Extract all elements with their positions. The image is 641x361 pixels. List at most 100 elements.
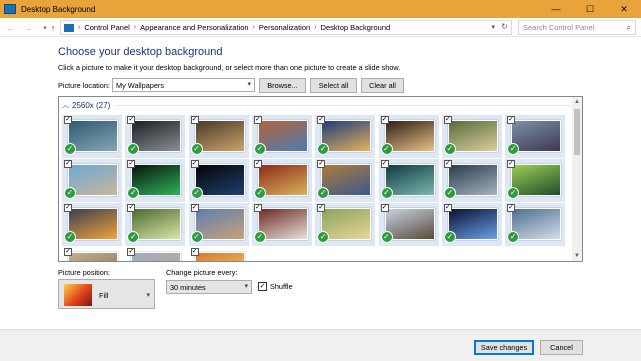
save-changes-button[interactable]: Save changes <box>474 340 534 355</box>
thumbnail-checkbox[interactable]: ✓ <box>190 248 199 256</box>
group-header[interactable]: ︿ 2560x (27) <box>62 100 110 110</box>
breadcrumb[interactable]: › Control Panel › Appearance and Persona… <box>60 20 512 35</box>
cancel-button[interactable]: Cancel <box>540 340 583 355</box>
wallpaper-thumbnail[interactable]: ✓ ✓ <box>441 203 502 246</box>
wallpaper-thumbnail[interactable]: ✓ ✓ <box>125 115 186 158</box>
select-all-button[interactable]: Select all <box>310 78 357 93</box>
chevron-down-icon[interactable]: ︿ <box>62 100 69 110</box>
thumbnail-checkbox[interactable]: ✓ <box>64 204 72 212</box>
wallpaper-thumbnail[interactable]: ✓ ✓ <box>188 115 249 158</box>
wallpaper-gallery[interactable]: ︿ 2560x (27) ✓ ✓ ✓ ✓ ✓ ✓ ✓ ✓ ✓ ✓ ✓ ✓ ✓ ✓ ✓ ✓ ✓ ✓ ✓ ✓ ✓ ✓ ✓ ✓ ✓ ✓ ✓… <box>58 96 583 262</box>
selected-check-icon: ✓ <box>127 143 140 155</box>
shuffle-option[interactable]: ✓ Shuffle <box>258 282 293 291</box>
wallpaper-thumbnail[interactable]: ✓ <box>62 247 122 261</box>
change-picture-label: Change picture every: <box>166 268 238 277</box>
scroll-down-icon[interactable]: ▼ <box>572 251 582 261</box>
thumbnail-image <box>194 252 245 261</box>
wallpaper-thumbnail[interactable]: ✓ ✓ <box>125 159 186 202</box>
thumbnail-checkbox[interactable]: ✓ <box>380 116 389 124</box>
thumbnail-checkbox[interactable]: ✓ <box>380 160 389 168</box>
thumbnail-checkbox[interactable]: ✓ <box>317 116 326 124</box>
wallpaper-thumbnail[interactable]: ✓ ✓ <box>441 115 502 158</box>
wallpaper-thumbnail[interactable]: ✓ ✓ <box>315 115 376 158</box>
thumbnail-checkbox[interactable]: ✓ <box>443 116 452 124</box>
wallpaper-thumbnail[interactable]: ✓ ✓ <box>505 115 566 158</box>
thumbnail-checkbox[interactable]: ✓ <box>64 116 72 124</box>
selected-check-icon: ✓ <box>190 187 203 199</box>
selected-check-icon: ✓ <box>443 187 456 199</box>
wallpaper-thumbnail[interactable]: ✓ <box>188 247 249 261</box>
wallpaper-thumbnail[interactable]: ✓ ✓ <box>378 159 439 202</box>
wallpaper-thumbnail[interactable]: ✓ ✓ <box>251 159 312 202</box>
window-title: Desktop Background <box>21 4 96 14</box>
thumbnail-checkbox[interactable]: ✓ <box>507 116 516 124</box>
thumbnail-checkbox[interactable]: ✓ <box>190 116 199 124</box>
forward-arrow-icon[interactable]: → <box>21 21 35 34</box>
minimize-button[interactable]: — <box>539 0 573 18</box>
thumbnail-checkbox[interactable]: ✓ <box>380 204 389 212</box>
wallpaper-thumbnail[interactable]: ✓ ✓ <box>315 159 376 202</box>
back-arrow-icon[interactable]: ← <box>4 21 18 34</box>
thumbnail-checkbox[interactable]: ✓ <box>443 204 452 212</box>
thumbnail-checkbox[interactable]: ✓ <box>317 204 326 212</box>
wallpaper-thumbnail[interactable]: ✓ ✓ <box>251 115 312 158</box>
thumbnail-checkbox[interactable]: ✓ <box>127 204 136 212</box>
wallpaper-thumbnail[interactable]: ✓ ✓ <box>62 159 122 202</box>
refresh-icon[interactable]: ↻ <box>501 22 508 31</box>
thumbnail-checkbox[interactable]: ✓ <box>253 160 262 168</box>
selected-check-icon: ✓ <box>443 143 456 155</box>
thumbnail-checkbox[interactable]: ✓ <box>190 204 199 212</box>
thumbnail-checkbox[interactable]: ✓ <box>127 116 136 124</box>
thumbnail-checkbox[interactable]: ✓ <box>507 160 516 168</box>
thumbnail-checkbox[interactable]: ✓ <box>317 160 326 168</box>
thumbnail-checkbox[interactable]: ✓ <box>190 160 199 168</box>
wallpaper-thumbnail[interactable]: ✓ ✓ <box>505 159 566 202</box>
vertical-scrollbar[interactable]: ▲ ▼ <box>572 97 582 261</box>
thumbnail-checkbox[interactable]: ✓ <box>253 204 262 212</box>
search-input[interactable]: Search Control Panel ⌕ <box>518 20 636 35</box>
chevron-down-icon[interactable]: ▾ <box>491 23 495 31</box>
wallpaper-thumbnail[interactable]: ✓ ✓ <box>62 203 122 246</box>
search-icon[interactable]: ⌕ <box>627 23 631 33</box>
picture-location-select[interactable]: My Wallpapers ▾ <box>112 78 255 92</box>
wallpaper-thumbnail[interactable]: ✓ ✓ <box>378 115 439 158</box>
wallpaper-thumbnail[interactable]: ✓ ✓ <box>251 203 312 246</box>
wallpaper-thumbnail[interactable]: ✓ ✓ <box>315 203 376 246</box>
breadcrumb-appearance-and-personalization[interactable]: Appearance and Personalization <box>140 23 248 32</box>
window-controls: — ☐ ✕ <box>539 0 641 18</box>
group-label: 2560x (27) <box>72 100 111 110</box>
selected-check-icon: ✓ <box>190 231 203 243</box>
thumbnail-checkbox[interactable]: ✓ <box>127 160 136 168</box>
close-button[interactable]: ✕ <box>607 0 641 18</box>
wallpaper-thumbnail[interactable]: ✓ <box>125 247 186 261</box>
wallpaper-thumbnail[interactable]: ✓ ✓ <box>62 115 122 158</box>
maximize-button[interactable]: ☐ <box>573 0 607 18</box>
wallpaper-thumbnail[interactable]: ✓ ✓ <box>378 203 439 246</box>
change-picture-interval-select[interactable]: 30 minutes ▾ <box>166 280 252 294</box>
picture-position-select[interactable]: Fill ▾ <box>58 279 155 309</box>
clear-all-button[interactable]: Clear all <box>361 78 404 93</box>
wallpaper-thumbnail[interactable]: ✓ ✓ <box>505 203 566 246</box>
thumbnail-checkbox[interactable]: ✓ <box>443 160 452 168</box>
thumbnail-checkbox[interactable]: ✓ <box>64 248 72 256</box>
thumbnail-image <box>68 252 118 261</box>
thumbnail-checkbox[interactable]: ✓ <box>507 204 516 212</box>
up-arrow-icon[interactable]: ↑ <box>46 21 60 34</box>
chevron-down-icon: ▾ <box>146 292 150 299</box>
thumbnail-checkbox[interactable]: ✓ <box>127 248 136 256</box>
thumbnail-checkbox[interactable]: ✓ <box>253 116 262 124</box>
wallpaper-thumbnail[interactable]: ✓ ✓ <box>125 203 186 246</box>
chevron-down-icon: ▾ <box>244 283 248 290</box>
breadcrumb-desktop-background[interactable]: Desktop Background <box>321 23 391 32</box>
breadcrumb-control-panel[interactable]: Control Panel <box>84 23 129 32</box>
shuffle-checkbox[interactable]: ✓ <box>258 282 267 291</box>
selected-check-icon: ✓ <box>317 143 330 155</box>
breadcrumb-personalization[interactable]: Personalization <box>259 23 310 32</box>
wallpaper-thumbnail[interactable]: ✓ ✓ <box>188 203 249 246</box>
scrollbar-thumb[interactable] <box>574 109 580 155</box>
thumbnail-checkbox[interactable]: ✓ <box>64 160 72 168</box>
wallpaper-thumbnail[interactable]: ✓ ✓ <box>188 159 249 202</box>
wallpaper-thumbnail[interactable]: ✓ ✓ <box>441 159 502 202</box>
scroll-up-icon[interactable]: ▲ <box>572 97 582 107</box>
browse-button[interactable]: Browse... <box>259 78 306 93</box>
